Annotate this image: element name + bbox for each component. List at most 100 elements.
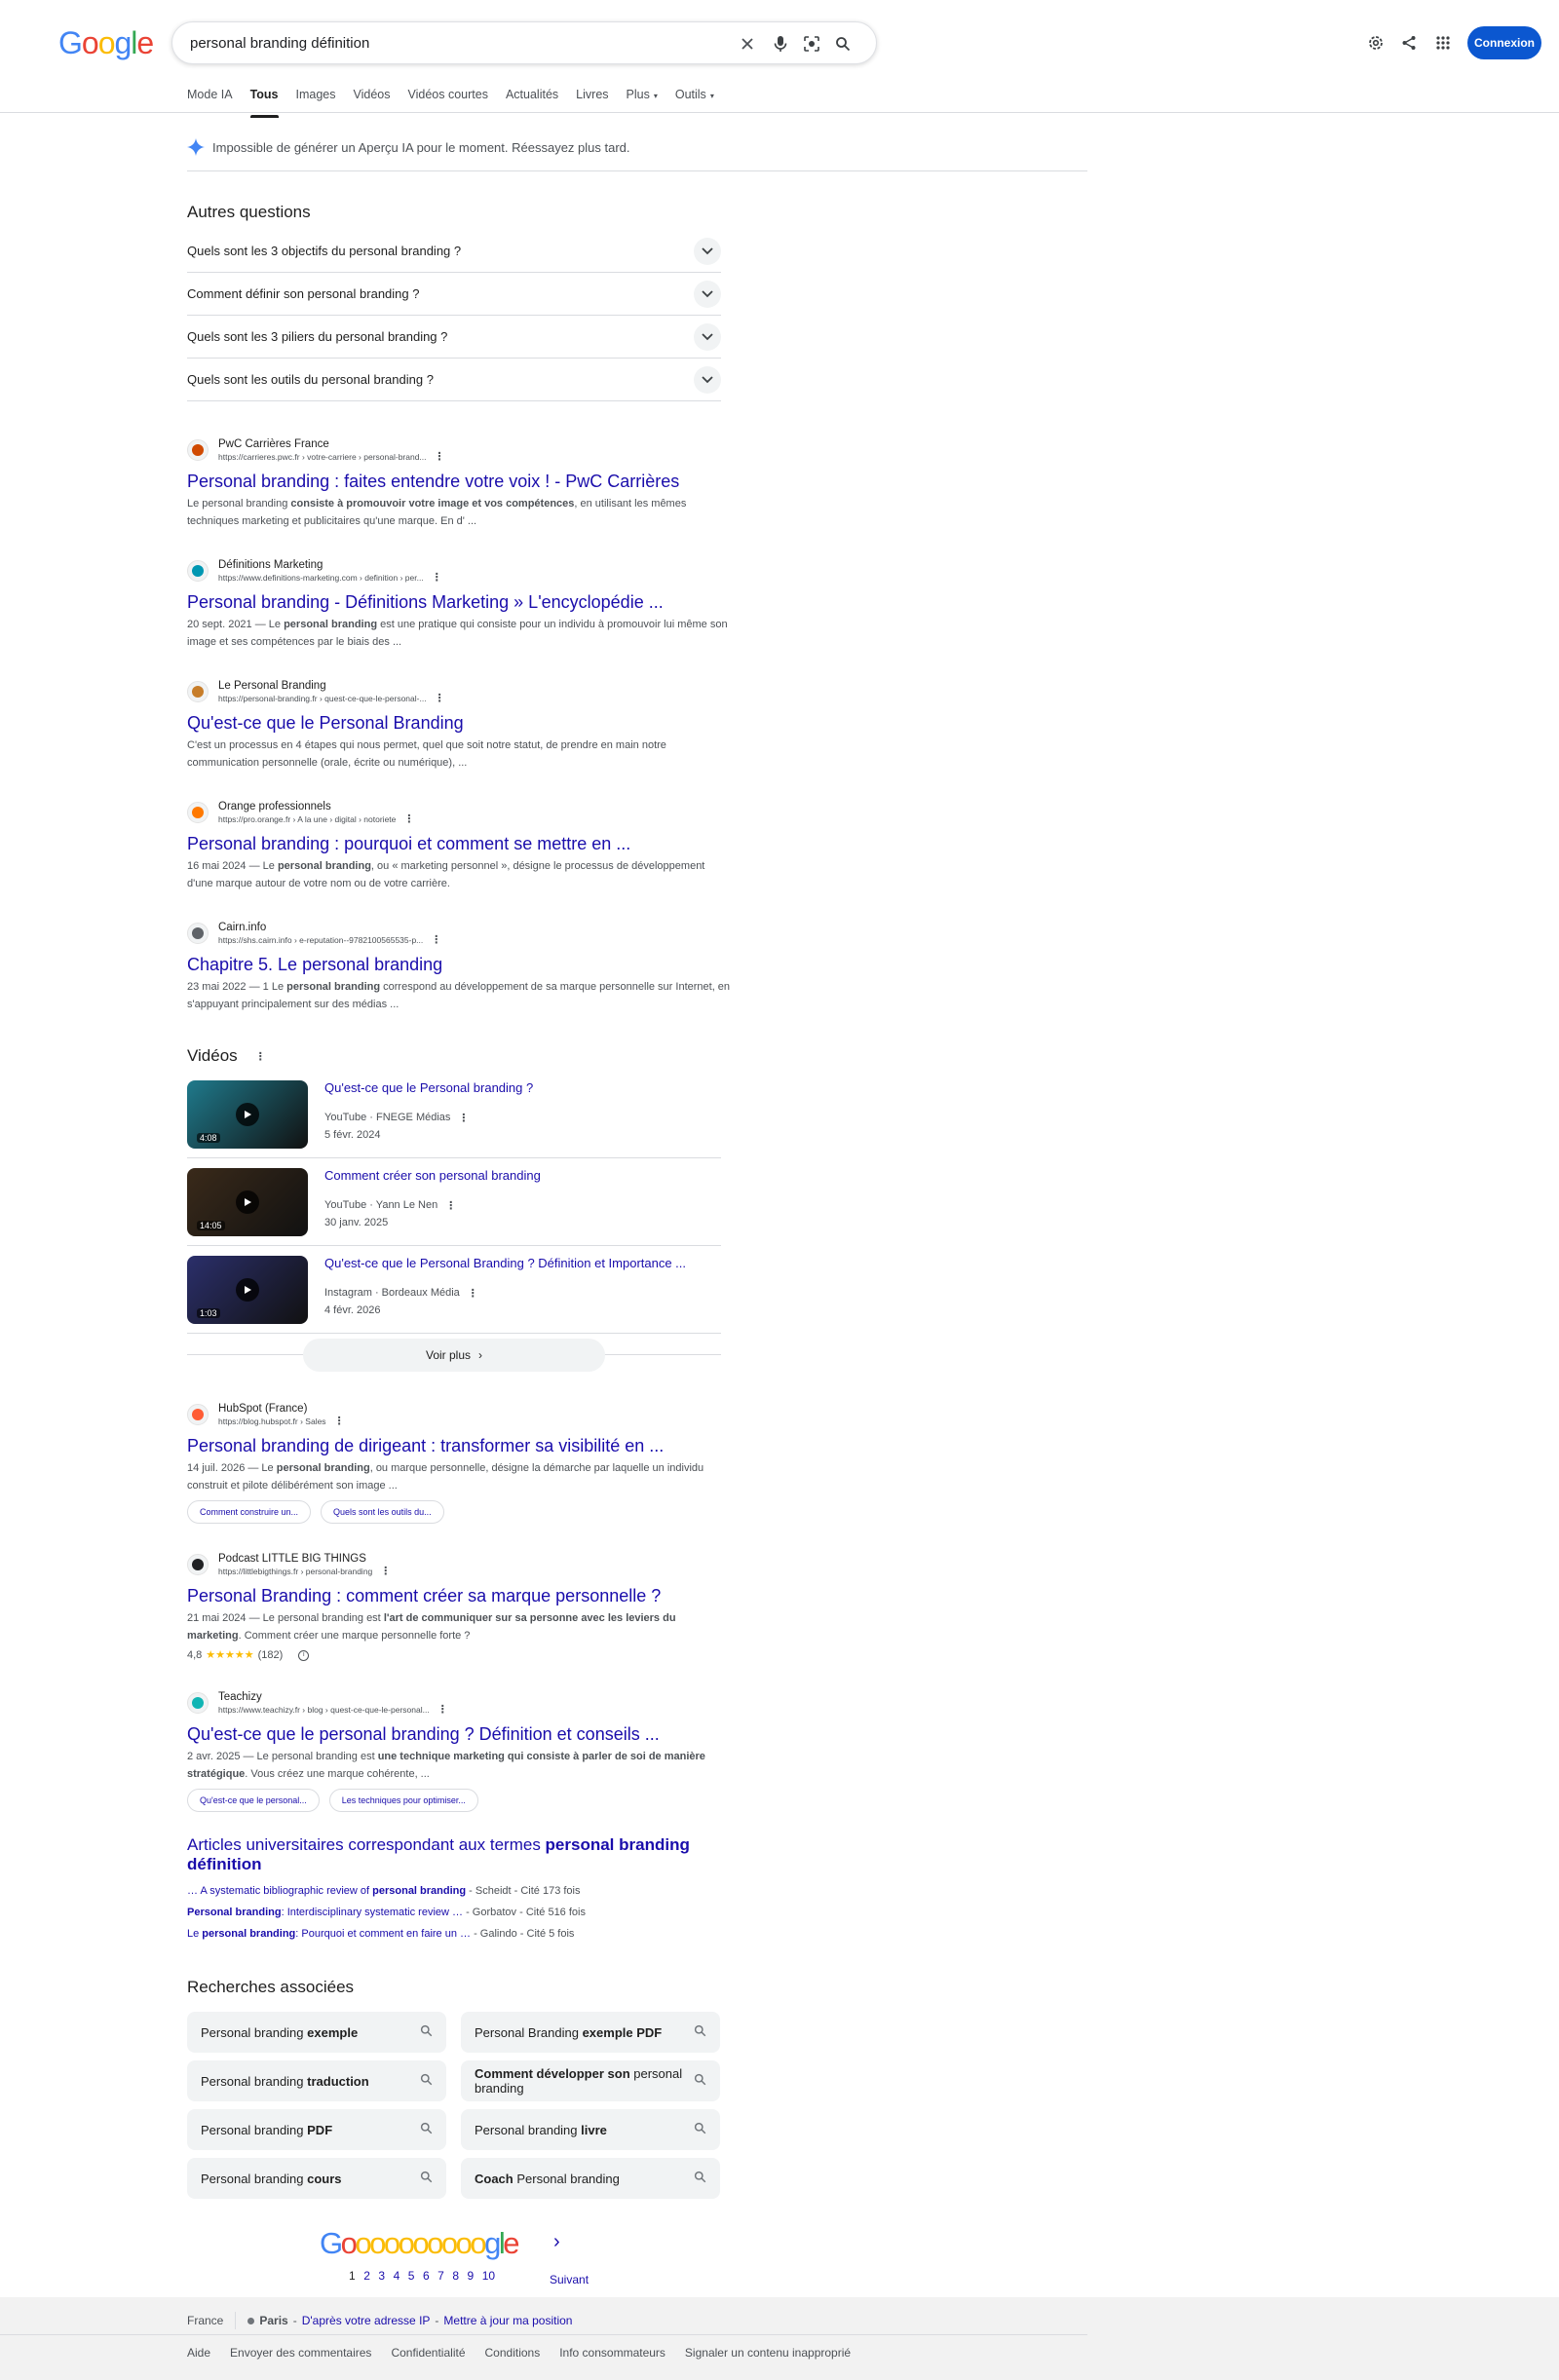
video-thumbnail[interactable]: 1:03 <box>187 1256 308 1324</box>
result-title-link[interactable]: Personal Branding : comment créer sa mar… <box>187 1584 733 1607</box>
tab-images[interactable]: Images <box>296 88 336 113</box>
footer-link[interactable]: Envoyer des commentaires <box>230 2346 371 2360</box>
tab-vid-os-courtes[interactable]: Vidéos courtes <box>408 88 488 113</box>
related-search[interactable]: Personal Branding exemple PDF <box>461 2012 720 2053</box>
more-options-icon[interactable]: ⋮ <box>468 1287 478 1300</box>
footer-link[interactable]: Info consommateurs <box>559 2346 665 2360</box>
more-options-icon[interactable]: ⋮ <box>403 813 414 825</box>
google-logo[interactable]: Google <box>58 25 154 61</box>
video-title-link[interactable]: Comment créer son personal branding <box>324 1168 541 1183</box>
page-number-link[interactable]: 2 <box>363 2269 370 2283</box>
scholar-link[interactable]: … A systematic bibliographic review of p… <box>187 1885 466 1897</box>
scholar-link[interactable]: Personal branding: Interdisciplinary sys… <box>187 1907 463 1918</box>
update-location-link[interactable]: Mettre à jour ma position <box>443 2314 572 2327</box>
scholar-link[interactable]: Le personal branding: Pourquoi et commen… <box>187 1928 471 1940</box>
apps-grid-icon[interactable] <box>1427 27 1459 58</box>
search-icon[interactable] <box>831 32 855 56</box>
result-site[interactable]: Teachizy https://www.teachizy.fr › blog ›… <box>187 1689 733 1717</box>
result-title-link[interactable]: Personal branding : pourquoi et comment … <box>187 832 733 855</box>
search-input[interactable]: personal branding définition <box>190 35 369 52</box>
sitelink-chip[interactable]: Qu'est-ce que le personal... <box>187 1789 320 1812</box>
more-options-icon[interactable]: ⋮ <box>435 693 445 704</box>
result-site[interactable]: Podcast LITTLE BIG THINGS https://littleb… <box>187 1551 733 1578</box>
more-options-icon[interactable]: ⋮ <box>380 1566 391 1577</box>
paa-question[interactable]: Quels sont les outils du personal brandi… <box>187 359 721 401</box>
lens-icon[interactable] <box>800 32 823 56</box>
chevron-down-icon[interactable] <box>694 365 721 394</box>
tab-tous[interactable]: Tous <box>249 88 279 118</box>
result-title-link[interactable]: Personal branding - Définitions Marketin… <box>187 590 733 614</box>
chevron-down-icon[interactable] <box>694 322 721 351</box>
page-number-link[interactable]: 5 <box>408 2269 415 2283</box>
more-options-icon[interactable]: ⋮ <box>445 1199 456 1212</box>
page-number-link[interactable]: 9 <box>468 2269 475 2283</box>
paa-question[interactable]: Quels sont les 3 piliers du personal bra… <box>187 316 721 359</box>
page-number-link[interactable]: 6 <box>423 2269 430 2283</box>
next-page-link[interactable]: Suivant <box>550 2273 589 2286</box>
page-number-link[interactable]: 3 <box>378 2269 385 2283</box>
sitelink-chip[interactable]: Quels sont les outils du... <box>321 1500 444 1524</box>
video-title-link[interactable]: Qu'est-ce que le Personal branding ? <box>324 1080 533 1095</box>
video-thumbnail[interactable]: 14:05 <box>187 1168 308 1236</box>
more-options-icon[interactable]: ⋮ <box>437 1704 448 1716</box>
related-search[interactable]: Personal branding exemple <box>187 2012 446 2053</box>
result-title-link[interactable]: Personal branding : faites entendre votr… <box>187 470 733 493</box>
next-chevron-icon[interactable]: › <box>553 2231 560 2253</box>
microphone-icon[interactable] <box>769 32 792 56</box>
result-site[interactable]: HubSpot (France) https://blog.hubspot.fr … <box>187 1401 733 1428</box>
more-options-icon[interactable]: ⋮ <box>432 572 442 584</box>
settings-icon[interactable] <box>1360 27 1391 58</box>
footer-link[interactable]: Conditions <box>485 2346 541 2360</box>
sitelink-chip[interactable]: Comment construire un... <box>187 1500 312 1524</box>
more-options-icon[interactable]: ⋮ <box>435 451 445 463</box>
sitelink-chip[interactable]: Les techniques pour optimiser... <box>328 1789 478 1812</box>
page-number-link[interactable]: 7 <box>437 2269 444 2283</box>
footer-link[interactable]: Aide <box>187 2346 210 2360</box>
tab-livres[interactable]: Livres <box>576 88 608 113</box>
tab-vid-os[interactable]: Vidéos <box>354 88 391 113</box>
more-options-icon[interactable]: ⋮ <box>431 934 441 946</box>
search-box[interactable]: personal branding définition <box>171 21 877 64</box>
paa-question[interactable]: Comment définir son personal branding ? <box>187 273 721 316</box>
video-title-link[interactable]: Qu'est-ce que le Personal Branding ? Déf… <box>324 1256 686 1270</box>
result-site[interactable]: Définitions Marketing https://www.definit… <box>187 557 733 585</box>
videos-more-button[interactable]: Voir plus › <box>303 1339 605 1372</box>
tab-actualit-s[interactable]: Actualités <box>506 88 558 113</box>
related-search[interactable]: Personal branding PDF <box>187 2109 446 2150</box>
more-options-icon[interactable]: ⋮ <box>458 1112 469 1124</box>
result-site[interactable]: Le Personal Branding https://personal-bra… <box>187 678 733 705</box>
more-options-icon[interactable]: ⋮ <box>255 1050 266 1063</box>
result-site[interactable]: Cairn.info https://shs.cairn.info › e-rep… <box>187 920 733 947</box>
related-search[interactable]: Personal branding livre <box>461 2109 720 2150</box>
scholar-title[interactable]: Articles universitaires correspondant au… <box>187 1835 733 1874</box>
result-title-link[interactable]: Qu'est-ce que le personal branding ? Déf… <box>187 1722 733 1746</box>
chevron-down-icon[interactable] <box>694 280 721 308</box>
result-site[interactable]: Orange professionnels https://pro.orange.… <box>187 799 733 826</box>
page-number-link[interactable]: 8 <box>452 2269 459 2283</box>
location-source-link[interactable]: D'après votre adresse IP <box>302 2314 431 2327</box>
video-result[interactable]: 4:08 Qu'est-ce que le Personal branding ?… <box>187 1071 721 1158</box>
result-title-link[interactable]: Chapitre 5. Le personal branding <box>187 953 733 976</box>
share-icon[interactable] <box>1393 27 1425 58</box>
footer-link[interactable]: Confidentialité <box>391 2346 465 2360</box>
clear-icon[interactable] <box>736 32 759 56</box>
video-result[interactable]: 14:05 Comment créer son personal branding… <box>187 1158 721 1246</box>
tab-plus[interactable]: Plus ▾ <box>627 88 658 113</box>
page-number-link[interactable]: 4 <box>394 2269 400 2283</box>
page-number-link[interactable]: 10 <box>482 2269 495 2283</box>
video-thumbnail[interactable]: 4:08 <box>187 1080 308 1149</box>
more-options-icon[interactable]: ⋮ <box>334 1416 345 1427</box>
result-title-link[interactable]: Qu'est-ce que le Personal Branding <box>187 711 733 735</box>
tab-outils[interactable]: Outils ▾ <box>675 88 714 113</box>
video-result[interactable]: 1:03 Qu'est-ce que le Personal Branding ?… <box>187 1246 721 1334</box>
paa-question[interactable]: Quels sont les 3 objectifs du personal b… <box>187 230 721 273</box>
footer-link[interactable]: Signaler un contenu inapproprié <box>685 2346 851 2360</box>
signin-button[interactable]: Connexion <box>1467 26 1541 59</box>
result-title-link[interactable]: Personal branding de dirigeant : transfo… <box>187 1434 733 1457</box>
result-site[interactable]: PwC Carrières France https://carrieres.pw… <box>187 436 733 464</box>
related-search[interactable]: Comment développer son personal branding <box>461 2060 720 2101</box>
tab-mode-ia[interactable]: Mode IA <box>187 88 233 113</box>
related-search[interactable]: Coach Personal branding <box>461 2158 720 2199</box>
info-icon[interactable]: i <box>298 1649 310 1661</box>
related-search[interactable]: Personal branding cours <box>187 2158 446 2199</box>
